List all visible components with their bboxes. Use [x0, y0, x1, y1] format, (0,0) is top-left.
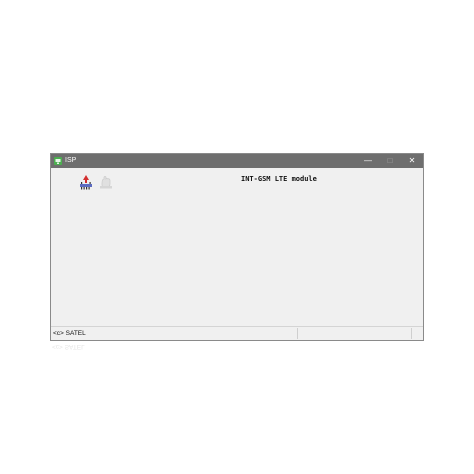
status-divider — [411, 328, 412, 339]
write-flash-icon[interactable] — [79, 174, 93, 190]
minimize-icon: — — [364, 156, 372, 165]
minimize-button[interactable]: — — [357, 154, 379, 168]
title-bar[interactable]: ISP — □ ✕ — [51, 154, 423, 168]
module-name-label: INT-GSM LTE module — [241, 175, 317, 183]
status-divider — [297, 328, 298, 339]
isp-window: ISP — □ ✕ INT-GSM LTE module <c> SATEL — [50, 153, 424, 341]
status-copyright: <c> SATEL — [53, 330, 86, 337]
close-icon: ✕ — [408, 156, 416, 165]
maximize-icon: □ — [387, 156, 393, 165]
client-area: INT-GSM LTE module — [51, 168, 423, 326]
window-title: ISP — [65, 157, 77, 164]
hand-icon[interactable] — [99, 174, 113, 190]
maximize-button[interactable]: □ — [379, 154, 401, 168]
status-bar: <c> SATEL — [51, 326, 423, 340]
window-reflection: <c> SATEL — [52, 343, 85, 350]
close-button[interactable]: ✕ — [401, 154, 423, 168]
app-icon — [54, 157, 62, 165]
